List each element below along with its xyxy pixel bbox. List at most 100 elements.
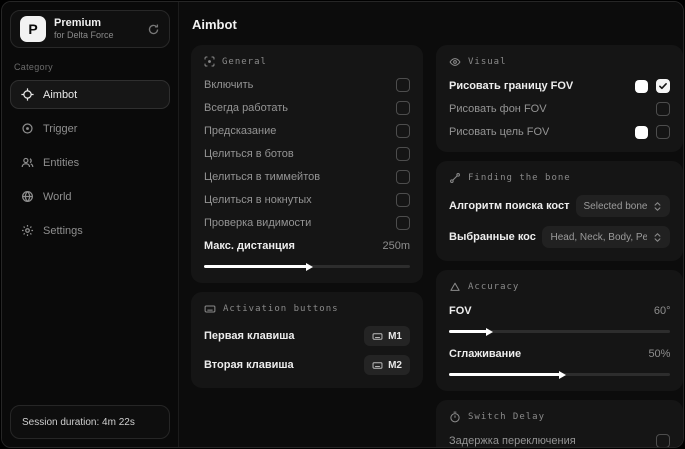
brand-subtitle: for Delta Force	[54, 30, 114, 41]
panel-activation-title: Activation buttons	[204, 303, 410, 315]
page-title: Aimbot	[192, 17, 237, 32]
app-window: P Premium for Delta Force Category Aimbo…	[1, 1, 684, 448]
brand-title: Premium	[54, 16, 102, 29]
toggle-label: Включить	[204, 79, 254, 91]
slider-fill	[449, 330, 487, 333]
target-bots-checkbox[interactable]	[396, 147, 410, 161]
toggle-label: Проверка видимости	[204, 217, 312, 229]
fov-label: FOV	[449, 305, 472, 317]
fov-target-label: Рисовать цель FOV	[449, 126, 550, 138]
visibility-check-checkbox[interactable]	[396, 216, 410, 230]
panel-title-text: Finding the bone	[468, 173, 571, 183]
entities-icon	[21, 156, 34, 169]
prediction-checkbox[interactable]	[396, 124, 410, 138]
sync-icon[interactable]	[147, 23, 160, 36]
toggle-label: Всегда работать	[204, 102, 289, 114]
unfold-icon	[653, 201, 662, 212]
smoothing-label: Сглаживание	[449, 348, 522, 360]
bone-algorithm-dropdown[interactable]: Selected bone	[575, 195, 671, 217]
fov-border-checkbox[interactable]	[656, 79, 671, 93]
slider-fill	[204, 265, 307, 268]
target-knocked-checkbox[interactable]	[396, 193, 410, 207]
sidebar-item-label: Entities	[43, 156, 80, 169]
sidebar-item-settings[interactable]: Settings	[10, 216, 170, 245]
eye-icon	[449, 56, 461, 68]
sidebar-item-label: Aimbot	[43, 88, 78, 101]
panel-general: General Включить Всегда работать Предска…	[191, 45, 423, 283]
panel-switch-delay: Switch Delay Задержка переключения Задер…	[436, 400, 683, 447]
fov-target-row: Рисовать цель FOV	[449, 125, 671, 139]
panel-activation-buttons: Activation buttons Первая клавиша M1 Вто…	[191, 292, 423, 388]
smoothing-value: 50%	[648, 348, 671, 360]
panel-bone-title: Finding the bone	[449, 172, 670, 184]
always-work-checkbox[interactable]	[396, 101, 410, 115]
category-label: Category	[14, 62, 53, 72]
keyboard-icon	[372, 331, 383, 342]
first-key-label: Первая клавиша	[204, 330, 295, 342]
enable-checkbox[interactable]	[396, 78, 410, 92]
panel-accuracy-title: Accuracy	[449, 281, 670, 293]
brand-card: P Premium for Delta Force	[10, 10, 170, 48]
bone-icon	[449, 172, 461, 184]
keybind-value: M1	[388, 330, 402, 342]
toggle-label: Целиться в нокнутых	[204, 194, 312, 206]
sidebar-item-label: Trigger	[43, 122, 78, 135]
fov-background-checkbox[interactable]	[656, 102, 671, 116]
switch-delay-toggle-label: Задержка переключения	[449, 435, 576, 447]
selected-bones-dropdown[interactable]: Head, Neck, Body, Pe...	[542, 226, 671, 248]
slider-fill	[449, 373, 560, 376]
keyboard-icon	[204, 303, 216, 315]
panel-visual: Visual Рисовать границу FOV Рисовать фон…	[436, 45, 683, 152]
switch-delay-checkbox[interactable]	[656, 434, 671, 447]
sidebar-item-label: World	[43, 190, 72, 203]
brand-text: Premium for Delta Force	[54, 17, 139, 42]
fov-target-color-swatch[interactable]	[635, 125, 649, 139]
globe-icon	[21, 190, 34, 203]
keybind-value: M2	[388, 359, 402, 371]
second-key-button[interactable]: M2	[364, 355, 410, 375]
second-key-label: Вторая клавиша	[204, 359, 294, 371]
fov-value: 60°	[653, 305, 671, 317]
session-duration-text: Session duration: 4m 22s	[22, 416, 135, 428]
max-distance-value: 250m	[382, 240, 410, 252]
sidebar-item-label: Settings	[43, 224, 83, 237]
toggle-label: Целиться в тиммейтов	[204, 171, 321, 183]
crosshair-icon	[21, 88, 34, 101]
fov-slider[interactable]	[449, 330, 671, 333]
second-key-row: Вторая клавиша M2	[204, 355, 410, 375]
bone-algorithm-row: Алгоритм поиска кост Selected bone	[449, 195, 671, 217]
first-key-button[interactable]: M1	[364, 326, 410, 346]
selected-bones-row: Выбранные кос Head, Neck, Body, Pe...	[449, 226, 671, 248]
panel-visual-title: Visual	[449, 56, 670, 68]
panel-title-text: Accuracy	[468, 282, 520, 292]
dropdown-value: Head, Neck, Body, Pe...	[550, 231, 648, 243]
sidebar-item-entities[interactable]: Entities	[10, 148, 170, 177]
smoothing-row: Сглаживание 50%	[449, 347, 670, 361]
target-teammates-checkbox[interactable]	[396, 170, 410, 184]
sidebar: P Premium for Delta Force Category Aimbo…	[2, 2, 179, 447]
timer-icon	[449, 411, 461, 423]
panel-title-text: Visual	[468, 57, 507, 67]
fov-border-label: Рисовать границу FOV	[449, 80, 574, 92]
keyboard-icon	[372, 360, 383, 371]
fov-slider-row: FOV 60°	[449, 304, 670, 318]
toggle-row-prediction: Предсказание	[204, 124, 410, 138]
session-duration: Session duration: 4m 22s	[10, 405, 170, 439]
fov-border-color-swatch[interactable]	[635, 79, 649, 93]
panel-switch-delay-title: Switch Delay	[449, 411, 670, 423]
scan-icon	[204, 56, 215, 67]
fov-border-row: Рисовать границу FOV	[449, 79, 671, 93]
max-distance-label: Макс. дистанция	[204, 240, 295, 252]
max-distance-slider[interactable]	[204, 265, 410, 268]
sidebar-item-trigger[interactable]: Trigger	[10, 114, 170, 143]
panel-title-text: General	[222, 56, 267, 67]
selected-bones-label: Выбранные кос	[449, 231, 536, 243]
fov-target-checkbox[interactable]	[656, 125, 671, 139]
sidebar-item-world[interactable]: World	[10, 182, 170, 211]
panel-title-text: Switch Delay	[468, 412, 546, 422]
panel-title-text: Activation buttons	[223, 304, 339, 314]
app-logo: P	[20, 16, 46, 42]
sidebar-item-aimbot[interactable]: Aimbot	[10, 80, 170, 109]
smoothing-slider[interactable]	[449, 373, 671, 376]
toggle-row-always-work: Всегда работать	[204, 101, 410, 115]
